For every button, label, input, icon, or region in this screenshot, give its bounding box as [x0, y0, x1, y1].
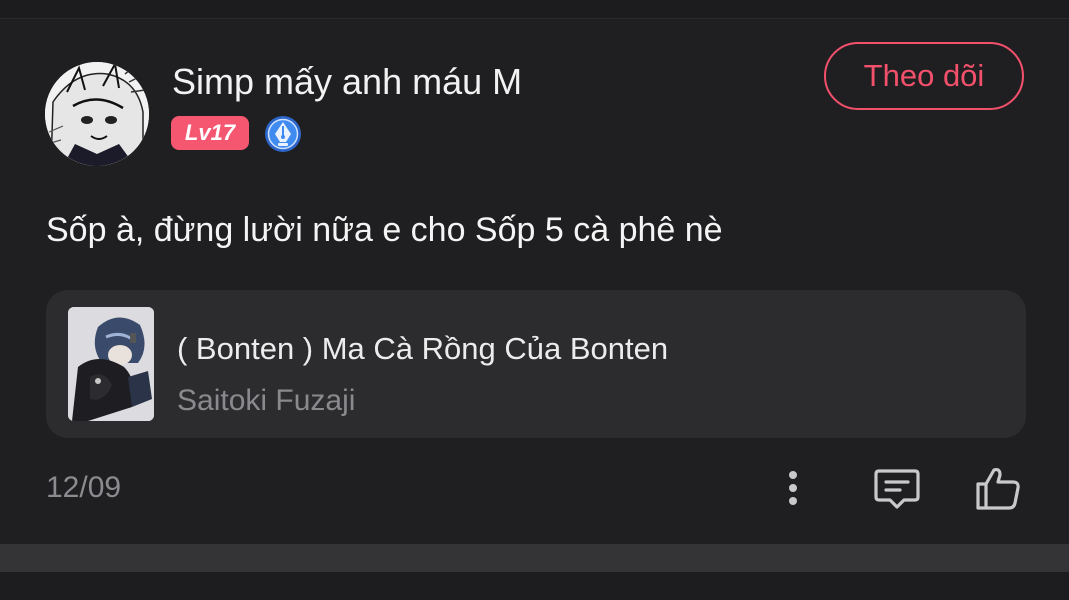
- follow-button[interactable]: Theo dõi: [824, 42, 1024, 110]
- post-card: Simp mấy anh máu M Lv17 Theo dõi Sốp à, …: [0, 19, 1069, 544]
- avatar-image: [45, 62, 149, 166]
- post-content: Sốp à, đừng lười nữa e cho Sốp 5 cà phê …: [46, 211, 723, 249]
- story-cover: [68, 307, 154, 421]
- linked-story-card[interactable]: ( Bonten ) Ma Cà Rồng Của Bonten Saitoki…: [46, 290, 1026, 438]
- pen-nib-badge-icon: [264, 115, 302, 153]
- section-divider: [0, 544, 1069, 572]
- story-title[interactable]: ( Bonten ) Ma Cà Rồng Của Bonten: [177, 331, 668, 367]
- avatar[interactable]: [45, 62, 149, 166]
- username[interactable]: Simp mấy anh máu M: [172, 61, 522, 103]
- more-vertical-icon[interactable]: [767, 462, 819, 514]
- level-badge: Lv17: [171, 116, 249, 150]
- story-author[interactable]: Saitoki Fuzaji: [177, 384, 355, 418]
- next-post-edge: [0, 572, 1069, 600]
- thumbs-up-icon[interactable]: [972, 462, 1024, 514]
- comment-icon[interactable]: [871, 462, 923, 514]
- top-strip: [0, 0, 1069, 19]
- post-date: 12/09: [46, 471, 122, 504]
